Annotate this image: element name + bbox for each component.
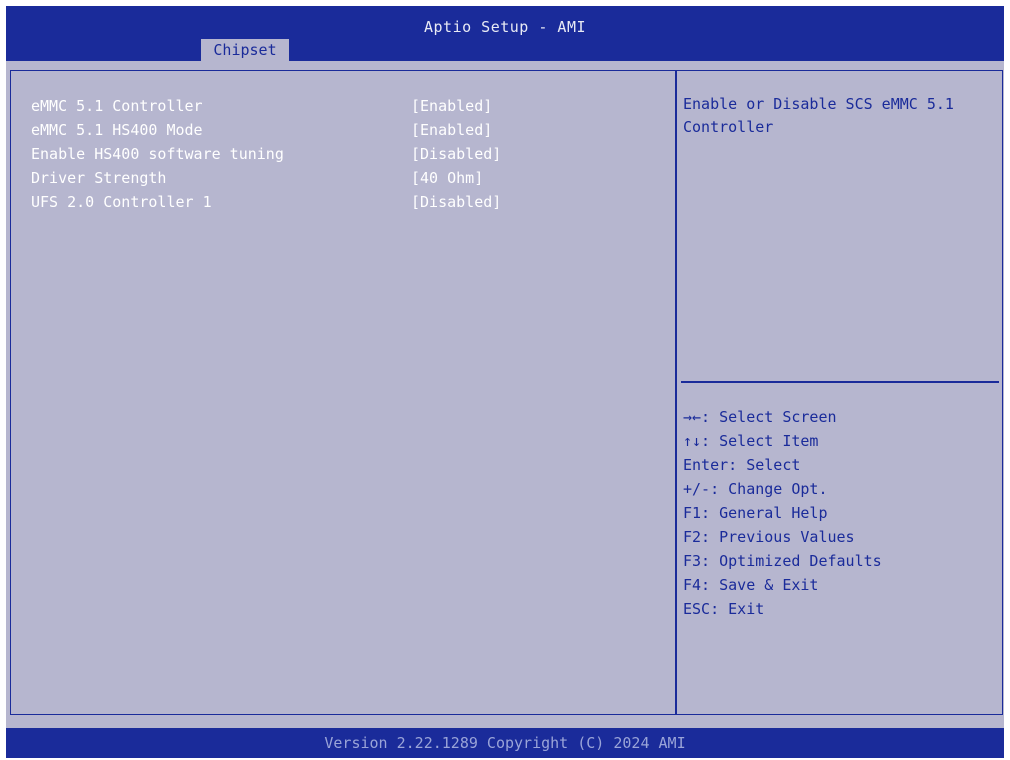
key-enter-select: Enter: Select: [683, 456, 801, 474]
key-general-help: F1: General Help: [683, 504, 828, 522]
help-panel: Enable or Disable SCS eMMC 5.1 Controlle…: [676, 70, 1003, 715]
setting-label: eMMC 5.1 Controller: [31, 97, 203, 115]
app-title: Aptio Setup - AMI: [423, 18, 587, 36]
setting-value[interactable]: [Enabled]: [411, 119, 492, 141]
key-optimized-defaults: F3: Optimized Defaults: [683, 552, 882, 570]
setting-label: Driver Strength: [31, 169, 167, 187]
setting-label: Enable HS400 software tuning: [31, 145, 284, 163]
setting-value[interactable]: [Disabled]: [411, 143, 501, 165]
content-area: eMMC 5.1 Controller [Enabled] eMMC 5.1 H…: [6, 61, 1004, 728]
key-select-item: ↑↓: Select Item: [683, 432, 819, 450]
setting-value[interactable]: [Enabled]: [411, 95, 492, 117]
setting-label: UFS 2.0 Controller 1: [31, 193, 212, 211]
version-footer: Version 2.22.1289 Copyright (C) 2024 AMI: [6, 728, 1004, 758]
key-legend: →←: Select Screen ↑↓: Select Item Enter:…: [683, 405, 993, 621]
tab-chipset[interactable]: Chipset: [201, 39, 289, 61]
setting-value[interactable]: [40 Ohm]: [411, 167, 483, 189]
help-divider: [681, 381, 999, 383]
key-save-exit: F4: Save & Exit: [683, 576, 819, 594]
bios-screen: Aptio Setup - AMI Chipset eMMC 5.1 Contr…: [6, 6, 1004, 758]
key-previous-values: F2: Previous Values: [683, 528, 855, 546]
key-select-screen: →←: Select Screen: [683, 408, 837, 426]
settings-panel: eMMC 5.1 Controller [Enabled] eMMC 5.1 H…: [10, 70, 676, 715]
header-bar: Aptio Setup - AMI Chipset: [6, 6, 1004, 61]
key-change-opt: +/-: Change Opt.: [683, 480, 828, 498]
help-description: Enable or Disable SCS eMMC 5.1 Controlle…: [683, 95, 954, 136]
key-esc-exit: ESC: Exit: [683, 600, 765, 618]
setting-value[interactable]: [Disabled]: [411, 191, 501, 213]
setting-label: eMMC 5.1 HS400 Mode: [31, 121, 203, 139]
